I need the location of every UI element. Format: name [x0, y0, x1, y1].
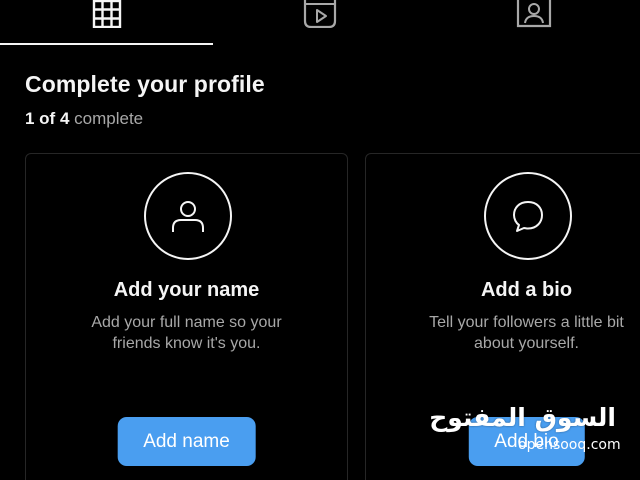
active-tab-indicator [0, 43, 213, 45]
reels-icon [303, 0, 336, 28]
progress-suffix: complete [74, 109, 144, 128]
add-name-button[interactable]: Add name [117, 417, 256, 466]
user-icon-circle [143, 172, 232, 260]
add-bio-card: Add a bio Tell your followers a little b… [365, 153, 640, 480]
card-title: Add a bio [480, 279, 573, 301]
progress-count: 1 of 4 [25, 109, 70, 128]
profile-tab-bar [0, 0, 640, 45]
user-icon [171, 201, 204, 232]
card-description: Add your full name so your friends know … [26, 312, 347, 354]
speech-bubble-icon [512, 201, 543, 232]
card-description-line: Add your full name so your [91, 314, 282, 331]
card-title: Add your name [113, 279, 260, 301]
profile-screen: Complete your profile 1 of 4 complete Ad… [0, 0, 640, 480]
profile-progress: 1 of 4 complete [25, 109, 143, 129]
tagged-icon [516, 0, 551, 28]
card-description-line: about yourself. [474, 335, 579, 352]
page-title: Complete your profile [25, 71, 265, 97]
tab-reels[interactable] [213, 0, 426, 44]
speech-bubble-icon-circle [483, 172, 572, 260]
tab-posts-grid[interactable] [0, 0, 213, 44]
card-description-line: friends know it's you. [112, 335, 261, 352]
grid-icon [92, 0, 121, 28]
card-description: Tell your followers a little bit about y… [366, 312, 640, 354]
card-description-line: Tell your followers a little bit [429, 314, 624, 331]
add-bio-button[interactable]: Add bio [468, 417, 585, 466]
add-name-card: Add your name Add your full name so your… [25, 153, 348, 480]
tab-tagged[interactable] [427, 0, 640, 44]
